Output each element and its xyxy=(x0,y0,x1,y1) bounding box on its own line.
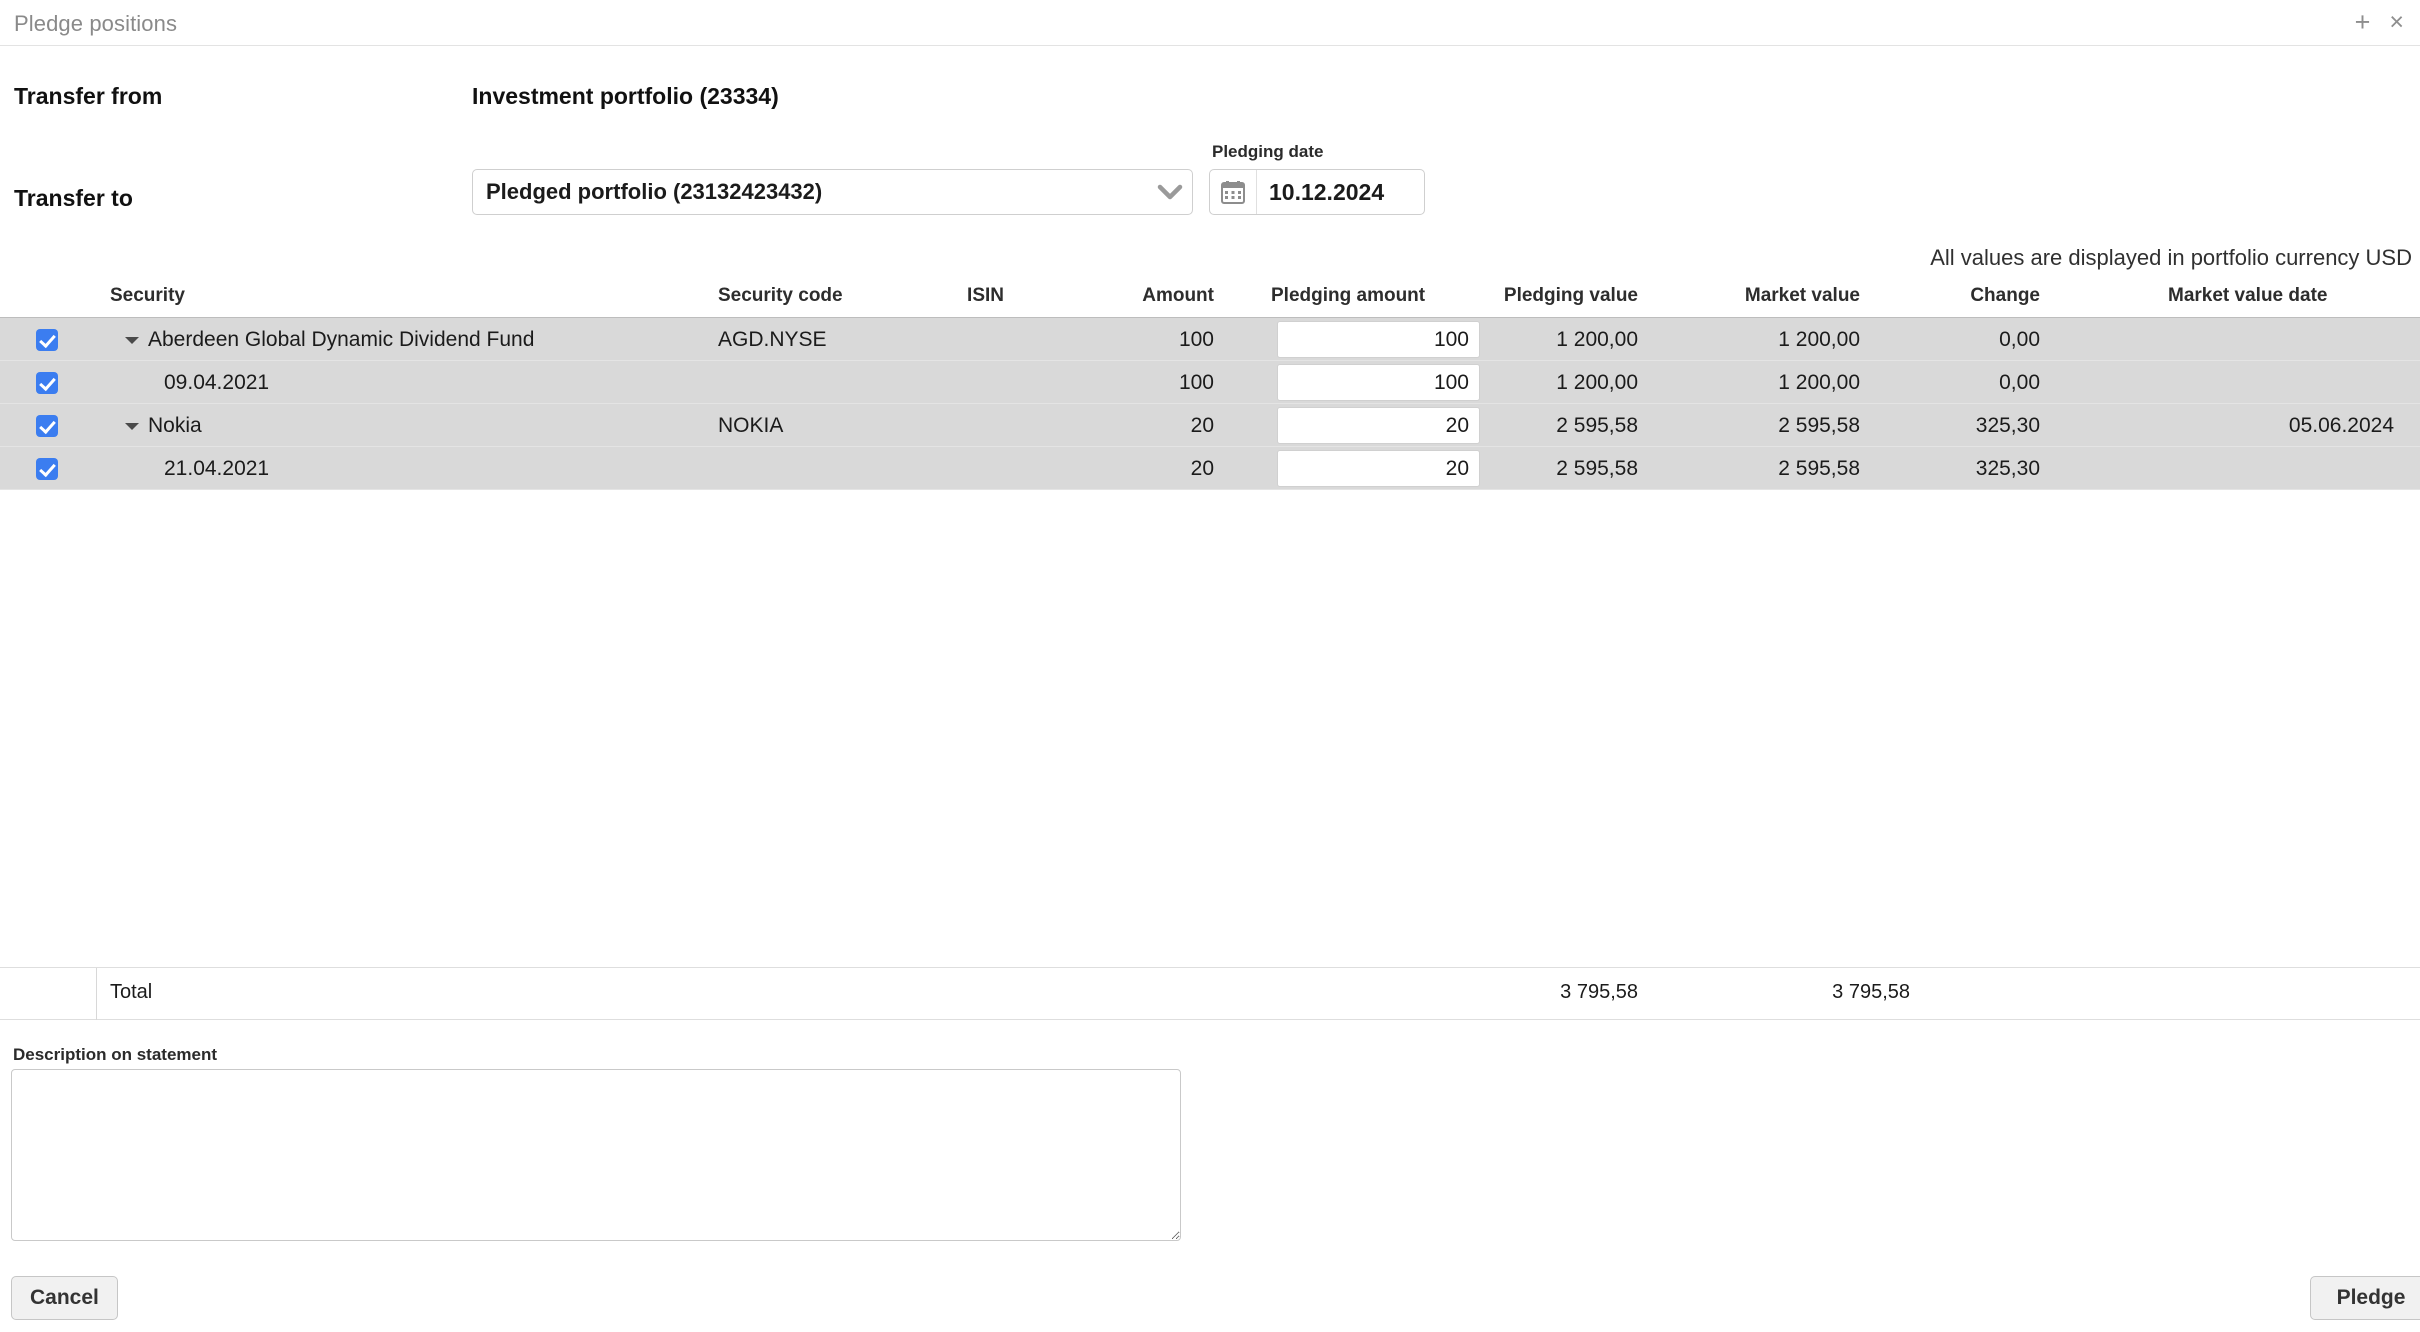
pledging-date-field[interactable]: 10.12.2024 xyxy=(1209,169,1425,215)
total-row: Total 3 795,58 3 795,58 xyxy=(0,968,2420,1020)
cell-market-value: 2 595,58 xyxy=(1778,414,1860,437)
pledging-amount-input[interactable]: 100 xyxy=(1277,364,1480,401)
checkbox-glyph xyxy=(36,415,58,437)
cell-isin xyxy=(880,318,1004,361)
chevron-down-icon xyxy=(1148,184,1192,200)
checkbox-glyph xyxy=(36,458,58,480)
pledge-button[interactable]: Pledge xyxy=(2310,1276,2420,1320)
titlebar-actions: + × xyxy=(2355,9,2404,36)
cell-security: Aberdeen Global Dynamic Dividend Fund xyxy=(148,328,535,351)
transfer-from-label: Transfer from xyxy=(14,83,163,109)
table-row[interactable]: Aberdeen Global Dynamic Dividend Fund AGD… xyxy=(0,318,2420,361)
cell-change: 0,00 xyxy=(1999,328,2040,351)
footer-bar xyxy=(0,1267,2420,1332)
cell-change: 0,00 xyxy=(1999,371,2040,394)
cancel-button[interactable]: Cancel xyxy=(11,1276,118,1320)
transfer-to-label: Transfer to xyxy=(14,185,133,211)
column-header-security[interactable]: Security xyxy=(110,285,185,307)
cell-security: Nokia xyxy=(148,414,202,437)
column-header-pledging-value[interactable]: Pledging value xyxy=(1380,285,1638,307)
row-checkbox[interactable] xyxy=(36,458,58,480)
cell-market-value: 1 200,00 xyxy=(1778,371,1860,394)
cell-amount: 20 xyxy=(1190,414,1214,437)
cell-security: 09.04.2021 xyxy=(164,371,270,394)
table-row[interactable]: 21.04.2021 20 2 595,58 2 595,58 325,30 20 xyxy=(0,447,2420,490)
collapse-triangle-icon[interactable] xyxy=(124,404,140,447)
window-title: Pledge positions xyxy=(14,11,178,36)
total-market-value: 3 795,58 xyxy=(1832,981,1910,1003)
calendar-icon[interactable] xyxy=(1210,170,1257,214)
transfer-from-value: Investment portfolio (23334) xyxy=(472,83,779,109)
pledging-date-value[interactable]: 10.12.2024 xyxy=(1257,179,1424,206)
cell-security: 21.04.2021 xyxy=(164,457,270,480)
table-row[interactable]: 09.04.2021 100 1 200,00 1 200,00 0,00 100 xyxy=(0,361,2420,404)
table-body: Aberdeen Global Dynamic Dividend Fund AGD… xyxy=(0,318,2420,490)
cell-isin xyxy=(880,447,1004,490)
row-checkbox[interactable] xyxy=(36,415,58,437)
description-label: Description on statement xyxy=(13,1045,218,1064)
column-header-change[interactable]: Change xyxy=(1872,285,2040,307)
checkbox-glyph xyxy=(36,372,58,394)
cell-change: 325,30 xyxy=(1975,414,2040,437)
cell-market-value-date xyxy=(2168,318,2394,361)
close-icon[interactable]: × xyxy=(2389,10,2404,35)
transfer-to-select-value: Pledged portfolio (23132423432) xyxy=(486,179,823,204)
positions-table: Security Security code ISIN Amount Pledg… xyxy=(0,276,2420,490)
column-header-isin[interactable]: ISIN xyxy=(880,285,1004,307)
column-header-market-value[interactable]: Market value xyxy=(1650,285,1860,307)
window-titlebar: Pledge positions + × xyxy=(0,0,2420,46)
pledging-amount-input[interactable]: 20 xyxy=(1277,450,1480,487)
cell-change: 325,30 xyxy=(1975,457,2040,480)
cell-isin xyxy=(880,404,1004,447)
total-label: Total xyxy=(110,981,153,1003)
pledging-amount-input[interactable]: 100 xyxy=(1277,321,1480,358)
table-header-row: Security Security code ISIN Amount Pledg… xyxy=(0,276,2420,318)
pledging-date-label: Pledging date xyxy=(1212,142,1324,161)
cell-market-value-date: 05.06.2024 xyxy=(2288,414,2394,437)
cell-market-value: 2 595,58 xyxy=(1778,457,1860,480)
transfer-to-select[interactable]: Pledged portfolio (23132423432) xyxy=(472,169,1193,215)
cell-market-value-date xyxy=(2168,447,2394,490)
cell-amount: 20 xyxy=(1190,457,1214,480)
cell-market-value-date xyxy=(2168,361,2394,404)
collapse-triangle-icon[interactable] xyxy=(124,318,140,361)
column-header-market-value-date[interactable]: Market value date xyxy=(2168,285,2327,307)
row-checkbox[interactable] xyxy=(36,329,58,351)
pledging-amount-input[interactable]: 20 xyxy=(1277,407,1480,444)
plus-icon[interactable]: + xyxy=(2355,9,2371,36)
cell-amount: 100 xyxy=(1178,328,1214,351)
description-textarea[interactable] xyxy=(11,1069,1181,1241)
table-row[interactable]: Nokia NOKIA 20 2 595,58 2 595,58 325,30 05.06.… xyxy=(0,404,2420,447)
total-divider xyxy=(96,968,97,1020)
checkbox-glyph xyxy=(36,329,58,351)
column-header-amount[interactable]: Amount xyxy=(1014,285,1214,307)
column-header-security-code[interactable]: Security code xyxy=(718,285,843,307)
cell-isin xyxy=(880,361,1004,404)
row-checkbox[interactable] xyxy=(36,372,58,394)
cell-amount: 100 xyxy=(1178,371,1214,394)
cell-market-value: 1 200,00 xyxy=(1778,328,1860,351)
total-pledging-value: 3 795,58 xyxy=(1560,981,1638,1003)
currency-note: All values are displayed in portfolio cu… xyxy=(1930,245,2412,270)
